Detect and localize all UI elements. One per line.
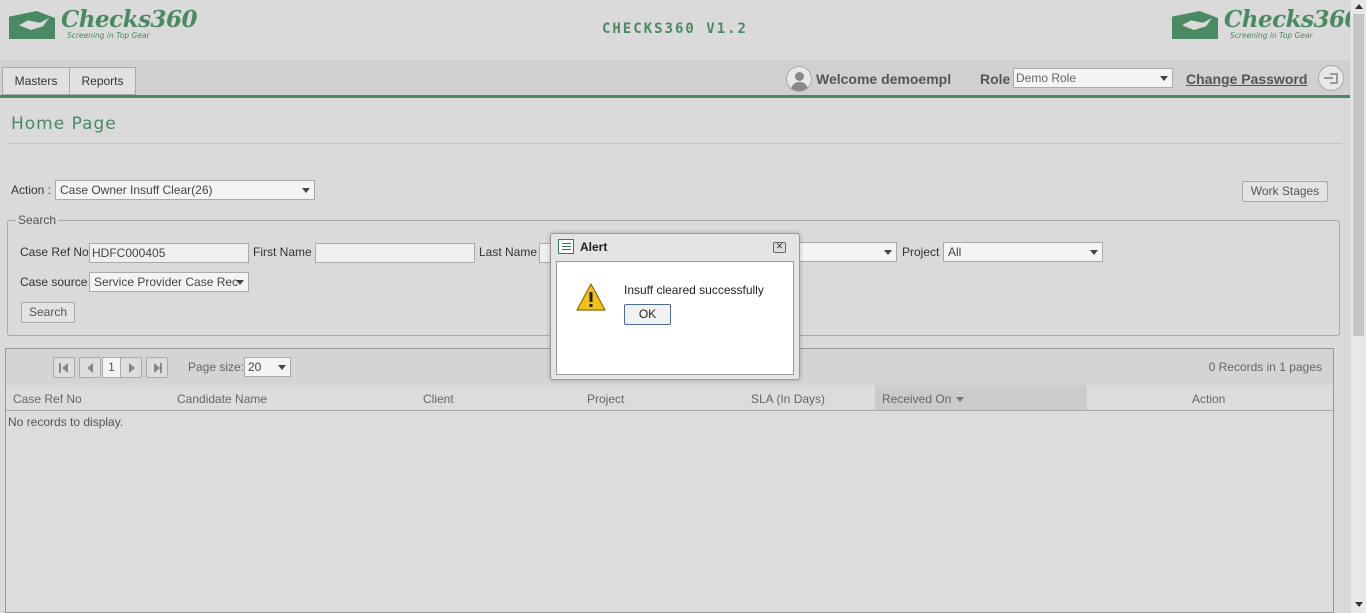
alert-title: Alert — [580, 240, 608, 254]
chevron-down-icon — [278, 365, 286, 370]
first-page-icon — [62, 363, 68, 373]
chevron-down-icon — [302, 188, 310, 193]
page-size-label: Page size: — [188, 360, 245, 374]
role-label: Role — [980, 71, 1011, 87]
alert-dialog: Alert ✕ Insuff cleared successfully OK — [550, 233, 800, 380]
header: Checks360 Screening in Top Gear CHECKS36… — [0, 0, 1361, 60]
logo-mark-icon — [1172, 11, 1220, 39]
window-icon — [558, 239, 574, 254]
action-value: Case Owner Insuff Clear(26) — [60, 183, 213, 197]
project-label: Project — [902, 245, 940, 259]
navbar: Masters Reports Welcome demoempl Role De… — [0, 60, 1350, 98]
logo-right: Checks360 Screening in Top Gear — [1172, 6, 1361, 40]
col-action: Action — [1192, 392, 1226, 406]
col-sla[interactable]: SLA (In Days) — [751, 392, 825, 406]
page-size-select[interactable]: 20 — [244, 357, 291, 377]
ok-button[interactable]: OK — [624, 304, 671, 325]
last-page-button[interactable] — [146, 357, 168, 378]
search-legend: Search — [16, 213, 59, 227]
col-case-ref[interactable]: Case Ref No — [13, 392, 82, 406]
search-button[interactable]: Search — [21, 302, 75, 323]
close-icon[interactable]: ✕ — [773, 242, 786, 253]
user-icon — [786, 66, 812, 92]
col-received-on[interactable]: Received On — [882, 392, 965, 406]
grid-header: Case Ref No Candidate Name Client Projec… — [6, 385, 1333, 411]
first-name-input[interactable] — [315, 243, 475, 263]
records-info: 0 Records in 1 pages — [1208, 360, 1322, 374]
logout-icon[interactable] — [1318, 65, 1344, 91]
chevron-down-icon — [1160, 76, 1168, 81]
page-size-value: 20 — [248, 360, 262, 374]
logo-tagline: Screening in Top Gear — [1230, 31, 1313, 40]
last-name-label: Last Name — [479, 245, 538, 259]
scroll-up-icon[interactable] — [1355, 4, 1363, 9]
role-value: Demo Role — [1016, 71, 1077, 85]
warning-icon — [576, 283, 606, 311]
divider — [8, 143, 1342, 144]
case-source-value: Service Provider Case Rec — [94, 275, 239, 289]
chevron-down-icon — [884, 250, 892, 255]
sort-desc-icon — [956, 397, 965, 403]
first-page-button[interactable] — [53, 357, 75, 378]
alert-message: Insuff cleared successfully — [624, 283, 764, 297]
work-stages-button[interactable]: Work Stages — [1242, 181, 1328, 202]
case-source-select[interactable]: Service Provider Case Rec — [89, 272, 249, 292]
page-title: Home Page — [11, 114, 117, 134]
alert-body: Insuff cleared successfully OK — [556, 261, 794, 375]
page-scrollbar[interactable] — [1350, 0, 1366, 613]
change-password-link[interactable]: Change Password — [1186, 71, 1307, 87]
col-project[interactable]: Project — [587, 392, 624, 406]
project-select[interactable]: All — [943, 242, 1103, 262]
logo-name: Checks360 — [1224, 6, 1361, 33]
next-page-button[interactable] — [120, 357, 142, 378]
action-label: Action : — [11, 183, 52, 197]
empty-message: No records to display. — [8, 415, 124, 429]
scroll-down-icon[interactable] — [1355, 602, 1363, 607]
chevron-down-icon — [1090, 250, 1098, 255]
app-title: CHECKS360 V1.2 — [601, 21, 748, 37]
tab-masters[interactable]: Masters — [2, 67, 70, 95]
col-client[interactable]: Client — [423, 392, 454, 406]
role-select[interactable]: Demo Role — [1013, 68, 1173, 88]
results-grid: 1 Page size: 20 0 Records in 1 pages Cas… — [5, 348, 1334, 613]
first-name-label: First Name — [253, 245, 312, 259]
prev-page-button[interactable] — [79, 357, 101, 378]
action-select[interactable]: Case Owner Insuff Clear(26) — [55, 180, 315, 200]
case-source-label: Case source — [20, 275, 88, 289]
prev-page-icon — [87, 363, 93, 373]
col-candidate-name[interactable]: Candidate Name — [177, 392, 267, 406]
project-value: All — [948, 245, 962, 259]
tab-reports[interactable]: Reports — [69, 67, 136, 95]
next-page-icon — [129, 363, 135, 373]
chevron-down-icon — [236, 280, 244, 285]
col-received-on-label: Received On — [882, 392, 952, 406]
case-ref-label: Case Ref No — [20, 245, 89, 259]
scroll-thumb[interactable] — [1353, 14, 1364, 336]
welcome-text: Welcome demoempl — [816, 71, 952, 87]
case-ref-input[interactable]: HDFC000405 — [89, 243, 249, 263]
current-page[interactable]: 1 — [102, 357, 121, 378]
